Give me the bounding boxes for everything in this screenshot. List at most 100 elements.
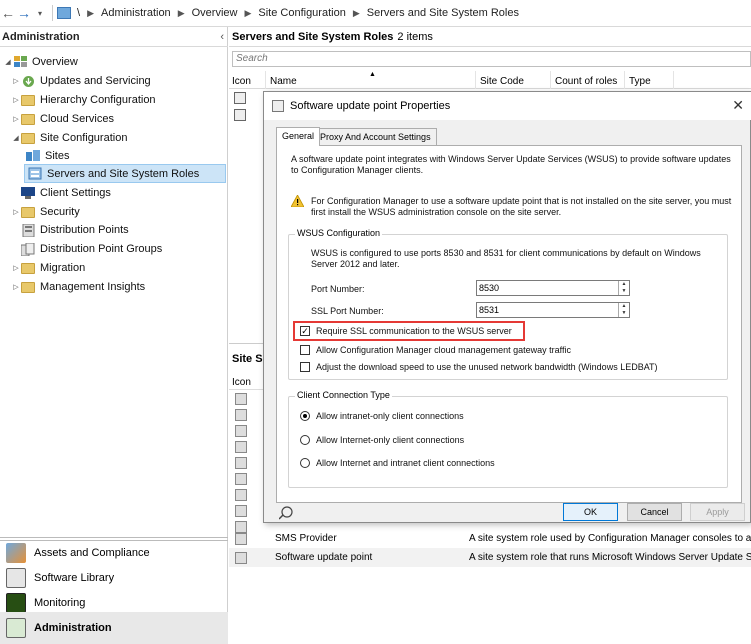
tree-item-label: Overview <box>32 56 78 68</box>
column-count-of-roles[interactable]: Count of roles <box>552 71 625 89</box>
crumb-servers[interactable]: Servers and Site System Roles <box>367 7 519 19</box>
table-row[interactable]: SMS Provider A site system role used by … <box>229 529 751 548</box>
tree-item-distribution-point-groups[interactable]: Distribution Point Groups <box>21 240 162 258</box>
tree-item-cloud-services[interactable]: ▷ Cloud Services <box>11 110 114 128</box>
monitoring-icon <box>6 593 26 613</box>
collapsed-icon[interactable]: ▷ <box>11 96 21 104</box>
tree-item-label: Management Insights <box>40 281 146 293</box>
column-icon[interactable]: Icon <box>229 71 266 89</box>
role-icon <box>235 473 247 485</box>
require-ssl-label: Require SSL communication to the WSUS se… <box>316 326 512 336</box>
chevron-right-icon: ▶ <box>352 7 360 18</box>
collapsed-icon[interactable]: ▷ <box>11 208 21 216</box>
row-description: A site system role that runs Microsoft W… <box>469 552 751 563</box>
crumb-overview[interactable]: Overview <box>192 7 238 19</box>
collapsed-icon[interactable]: ▷ <box>11 115 21 123</box>
workspace-label: Monitoring <box>34 597 86 609</box>
ledbat-checkbox[interactable] <box>300 362 310 372</box>
sort-ascending-icon: ▲ <box>369 71 376 78</box>
workspace-label: Administration <box>34 622 112 634</box>
crumb-administration[interactable]: Administration <box>101 7 171 19</box>
tree-item-label: Servers and Site System Roles <box>47 167 200 180</box>
tree-item-security[interactable]: ▷ Security <box>11 203 79 221</box>
port-number-input[interactable]: 8530 ▲ ▼ <box>476 280 630 296</box>
role-icon <box>235 533 247 545</box>
folder-icon <box>21 262 35 274</box>
wsus-text: WSUS is configured to use ports 8530 and… <box>311 248 701 269</box>
row-name: SMS Provider <box>275 533 337 544</box>
tree-item-migration[interactable]: ▷ Migration <box>11 259 85 277</box>
tree-item-overview[interactable]: ◢ Overview <box>3 53 78 71</box>
forward-icon[interactable]: → <box>16 3 32 23</box>
console-root-icon[interactable] <box>57 7 71 19</box>
column-type[interactable]: Type <box>626 71 674 89</box>
ssl-port-number-value: 8531 <box>479 305 500 315</box>
row-description: A site system role used by Configuration… <box>469 533 751 544</box>
server-icon <box>28 167 42 180</box>
table-row[interactable]: Software update point A site system role… <box>229 548 751 567</box>
tree-item-label: Updates and Servicing <box>40 75 151 87</box>
dialog-titlebar[interactable]: Software update point Properties <box>264 92 751 120</box>
port-spinner-icon[interactable]: ▲ ▼ <box>618 281 629 295</box>
general-tab-panel: A software update point integrates with … <box>276 145 742 503</box>
tab-proxy-and-account-settings[interactable]: Proxy And Account Settings <box>314 128 437 146</box>
cancel-button[interactable]: Cancel <box>627 503 682 521</box>
item-count: 2 items <box>397 30 433 43</box>
collapsed-icon[interactable]: ▷ <box>11 264 21 272</box>
tree-item-site-configuration[interactable]: ◢ Site Configuration <box>11 129 127 147</box>
navigation-header: Administration ‹ <box>0 27 228 47</box>
port-label: Port Number: <box>311 284 365 294</box>
column-header: Icon Name ▲ Site Code Count of roles Typ… <box>229 71 751 89</box>
details-column-icon[interactable]: Icon <box>232 377 251 388</box>
role-icon <box>235 489 247 501</box>
chevron-right-icon: ▶ <box>87 7 94 18</box>
close-icon[interactable]: ✕ <box>732 97 744 114</box>
expanded-icon[interactable]: ◢ <box>11 134 21 142</box>
navigation-pane: Administration ‹ ◢ Overview ▷ Updates an… <box>0 27 228 644</box>
collapsed-icon[interactable]: ▷ <box>11 283 21 291</box>
crumb-root[interactable]: \ <box>77 7 80 19</box>
allow-cmg-checkbox[interactable] <box>300 345 310 355</box>
wsus-configuration-group: WSUS Configuration WSUS is configured to… <box>288 228 728 380</box>
intranet-only-radio[interactable] <box>300 411 310 421</box>
server-icon <box>234 109 246 121</box>
apply-button[interactable]: Apply <box>690 503 745 521</box>
intro-text: A software update point integrates with … <box>291 154 731 175</box>
crumb-site-configuration[interactable]: Site Configuration <box>258 7 345 19</box>
content-title: Servers and Site System Roles <box>232 30 394 43</box>
address-bar: ← → ▾ \ ▶ Administration ▶ Overview ▶ Site … <box>0 0 751 27</box>
ssl-port-spinner-icon[interactable]: ▲ ▼ <box>618 303 629 317</box>
folder-icon <box>21 206 35 218</box>
help-icon[interactable] <box>278 506 293 523</box>
tab-general[interactable]: General <box>276 127 321 146</box>
folder-icon <box>21 281 35 293</box>
tree-item-hierarchy-configuration[interactable]: ▷ Hierarchy Configuration <box>11 91 155 109</box>
allow-cmg-label: Allow Configuration Manager cloud manage… <box>316 345 571 355</box>
back-icon[interactable]: ← <box>0 3 16 23</box>
require-ssl-checkbox[interactable]: ✓ <box>300 326 310 336</box>
tree-item-management-insights[interactable]: ▷ Management Insights <box>11 278 145 296</box>
expanded-icon[interactable]: ◢ <box>3 58 13 66</box>
collapsed-icon[interactable]: ▷ <box>11 77 21 85</box>
collapse-pane-icon[interactable]: ‹ <box>220 31 224 43</box>
search-input[interactable]: Search <box>232 51 751 67</box>
tree-item-sites[interactable]: Sites <box>26 147 69 165</box>
tree-item-updates-and-servicing[interactable]: ▷ Updates and Servicing <box>11 72 151 90</box>
ssl-port-number-input[interactable]: 8531 ▲ ▼ <box>476 302 630 318</box>
group-label: WSUS Configuration <box>295 228 383 238</box>
tree-item-label: Client Settings <box>40 187 111 199</box>
role-icon <box>235 505 247 517</box>
tree-item-distribution-points[interactable]: Distribution Points <box>21 221 129 239</box>
navigation-title: Administration <box>2 30 80 43</box>
tree-item-label: Site Configuration <box>40 132 128 144</box>
internet-only-radio[interactable] <box>300 435 310 445</box>
history-dropdown-icon[interactable]: ▾ <box>32 3 48 23</box>
tree-item-servers-and-site-system-roles[interactable]: Servers and Site System Roles <box>24 164 226 183</box>
intranet-only-label: Allow intranet-only client connections <box>316 411 464 421</box>
internet-and-intranet-radio[interactable] <box>300 458 310 468</box>
column-site-code[interactable]: Site Code <box>477 71 551 89</box>
ok-button[interactable]: OK <box>563 503 618 521</box>
chevron-right-icon: ▶ <box>177 7 185 18</box>
workspace-administration[interactable]: Administration <box>0 612 228 644</box>
tree-item-client-settings[interactable]: Client Settings <box>21 184 111 202</box>
